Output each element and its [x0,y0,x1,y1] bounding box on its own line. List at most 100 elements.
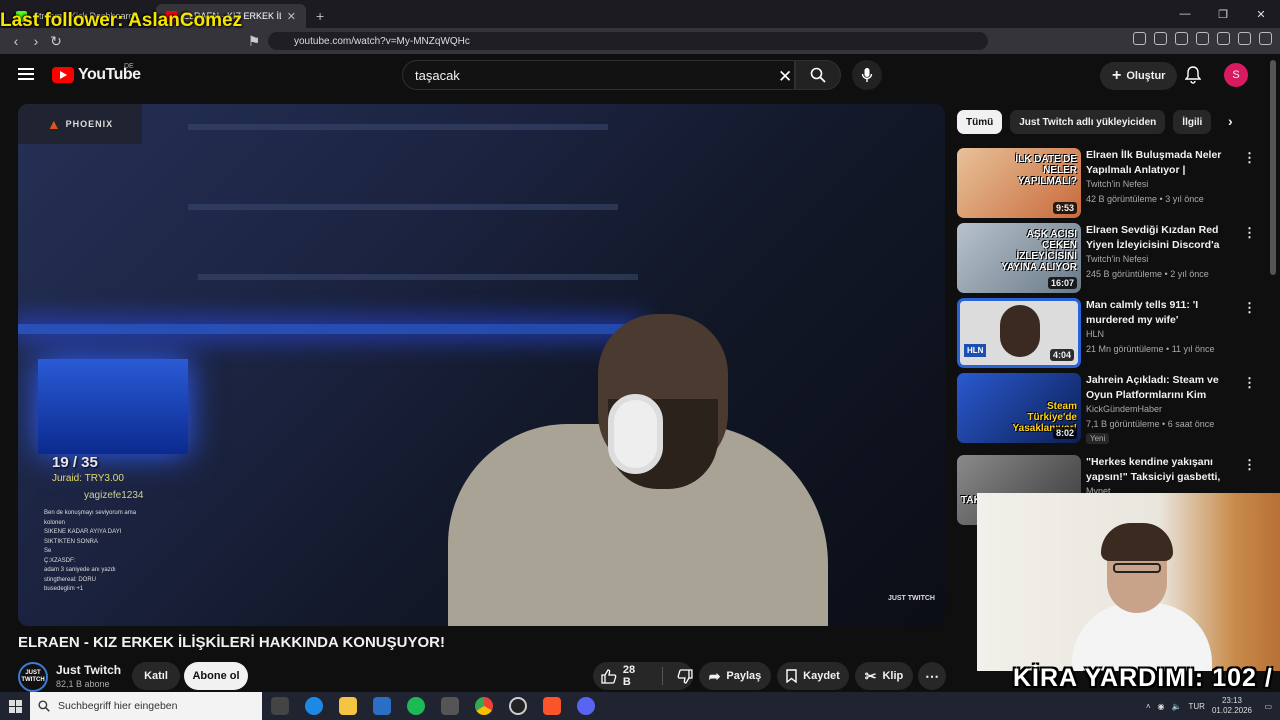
share-button[interactable]: ➦ Paylaş [699,662,771,690]
video-thumbnail[interactable]: AŞK ACISI ÇEKEN İZLEYİCİSİNİ YAYINA ALIY… [957,223,1081,293]
video-thumbnail[interactable]: Steam Türkiye'de Yasaklanıyor! 8:02 [957,373,1081,443]
obs-icon[interactable] [509,697,527,715]
chat-line: kolonen [44,519,66,526]
hamburger-menu-icon[interactable] [18,68,34,80]
network-icon[interactable]: ◉ [1158,702,1165,711]
search-input[interactable]: taşacak [402,60,795,90]
more-horizontal-icon: ⋯ [925,667,939,684]
minimize-button[interactable]: — [1166,0,1204,28]
extension-icons [1133,32,1272,45]
chat-line: busedeglim +1 [44,586,84,592]
clear-search-icon[interactable]: ✕ [778,67,792,87]
new-badge: Yeni [1086,433,1110,444]
task-view-icon[interactable] [271,697,289,715]
recommendation-meta: 7,1 B görüntüleme • 6 saat önce [1086,419,1215,429]
windows-logo-icon [8,699,22,713]
recommendation-title[interactable]: Jahrein Açıkladı: Steam ve Oyun Platform… [1086,373,1236,403]
scissors-icon: ✂ [864,667,877,684]
voice-search-button[interactable] [852,60,882,90]
start-button[interactable] [0,692,30,720]
recommendation-channel[interactable]: Twitch'in Nefesi [1086,254,1148,264]
new-tab-button[interactable]: + [306,8,334,28]
scrollbar[interactable] [1270,60,1276,275]
brave-icon[interactable] [543,697,561,715]
shield-icon[interactable] [1238,32,1251,45]
recommendation-title[interactable]: Elraen Sevdiği Kızdan Red Yiyen İzleyici… [1086,223,1236,253]
video-thumbnail[interactable]: İLK DATE'DE NELER YAPILMALI? 9:53 [957,148,1081,218]
just-twitch-watermark: JUST TWITCH [887,595,935,602]
chip-related[interactable]: İlgili [1173,110,1212,134]
extension-icon[interactable] [1154,32,1167,45]
bookmark-save-icon [786,669,797,683]
recommendation-channel[interactable]: HLN [1086,329,1104,339]
close-tab-icon[interactable]: ✕ [287,10,296,23]
close-window-button[interactable]: ✕ [1242,0,1280,28]
youtube-logo[interactable]: YouTube DE [52,63,141,84]
taskbar-search-input[interactable]: Suchbegriff hier eingeben [30,692,262,720]
chip-all[interactable]: Tümü [957,110,1003,134]
maximize-button[interactable]: ❐ [1204,0,1242,28]
recommendation-title[interactable]: Elraen İlk Buluşmada Neler Yapılmalı Anl… [1086,148,1236,178]
video-player[interactable]: ▲ PHOENIX 19 / 35 Juraid: TRY3.00 yagizef… [18,104,945,626]
edge-icon[interactable] [305,697,323,715]
more-actions-button[interactable]: ⋯ [918,662,946,690]
back-icon[interactable]: ‹ [6,33,26,49]
recommendation-channel[interactable]: Twitch'in Nefesi [1086,179,1148,189]
recommendation-meta: 21 Mn görüntüleme • 11 yıl önce [1086,344,1215,354]
notifications-icon[interactable]: ▭ [1264,702,1272,711]
chevron-up-icon[interactable]: ˄ [1146,702,1151,711]
clock[interactable]: 23:13 01.02.2026 [1212,696,1252,716]
discord-icon[interactable] [577,697,595,715]
reload-icon[interactable]: ↻ [46,33,66,50]
forward-icon[interactable]: › [26,33,46,49]
chrome-icon[interactable] [475,697,493,715]
music-icon[interactable] [1175,32,1188,45]
chip-uploader[interactable]: Just Twitch adlı yükleyiciden [1010,110,1166,134]
recommendation-item[interactable]: HLN 4:04 Man calmly tells 911: 'I murder… [957,296,1257,371]
donor-name: yagizefe1234 [84,490,144,501]
more-vertical-icon[interactable]: ⋮ [1243,150,1256,166]
url-field[interactable]: youtube.com/watch?v=My-MNZqWQHc [268,32,988,50]
like-button[interactable]: 28 B [601,664,646,688]
more-vertical-icon[interactable]: ⋮ [1243,300,1256,316]
chat-line: SİKTİKTEN SONRA [44,538,99,545]
like-dislike-group: 28 B [593,662,693,690]
create-button[interactable]: + Oluştur [1100,62,1178,90]
last-follower-overlay: Last follower: AslanComez [0,10,243,31]
video-title: ELRAEN - KIZ ERKEK İLİŞKİLERİ HAKKINDA K… [18,634,445,651]
more-vertical-icon[interactable]: ⋮ [1243,225,1256,241]
sidebar-icon[interactable] [1196,32,1209,45]
mail-icon[interactable] [373,697,391,715]
wallet-icon[interactable] [1217,32,1230,45]
channel-avatar[interactable]: JUST TWITCH [18,662,48,692]
recommendation-channel[interactable]: KickGündemHaber [1086,404,1162,414]
volume-icon[interactable]: 🔈 [1172,702,1182,711]
video-thumbnail[interactable]: HLN 4:04 [957,298,1081,368]
recommendation-item[interactable]: AŞK ACISI ÇEKEN İZLEYİCİSİNİ YAYINA ALIY… [957,221,1257,296]
calculator-icon[interactable] [441,697,459,715]
recommendation-title[interactable]: "Herkes kendine yakışanı yapsın!" Taksic… [1086,455,1236,485]
subscriber-count: 82,1 B abone [56,679,110,689]
menu-icon[interactable] [1259,32,1272,45]
thumbs-down-icon[interactable] [677,668,693,684]
recommendation-item[interactable]: İLK DATE'DE NELER YAPILMALI? 9:53 Elraen… [957,146,1257,221]
channel-name[interactable]: Just Twitch [56,663,121,677]
bookmark-icon[interactable]: ⚑ [244,33,264,50]
file-explorer-icon[interactable] [339,697,357,715]
clip-button[interactable]: ✂ Klip [855,662,913,690]
more-vertical-icon[interactable]: ⋮ [1243,375,1256,391]
language-indicator[interactable]: TUR [1189,702,1205,711]
join-button[interactable]: Katıl [132,662,180,690]
account-avatar[interactable]: S [1224,63,1248,87]
extension-icon[interactable] [1133,32,1146,45]
chevron-right-icon[interactable]: › [1228,113,1233,129]
search-button[interactable] [795,60,841,90]
recommendation-item[interactable]: Steam Türkiye'de Yasaklanıyor! 8:02 Jahr… [957,371,1257,453]
save-button[interactable]: Kaydet [777,662,849,690]
notifications-bell-icon[interactable] [1185,66,1201,84]
more-vertical-icon[interactable]: ⋮ [1243,457,1256,473]
recommendation-title[interactable]: Man calmly tells 911: 'I murdered my wif… [1086,298,1236,327]
subscribe-button[interactable]: Abone ol [184,662,248,690]
spotify-icon[interactable] [407,697,425,715]
microphone-icon [861,68,873,82]
